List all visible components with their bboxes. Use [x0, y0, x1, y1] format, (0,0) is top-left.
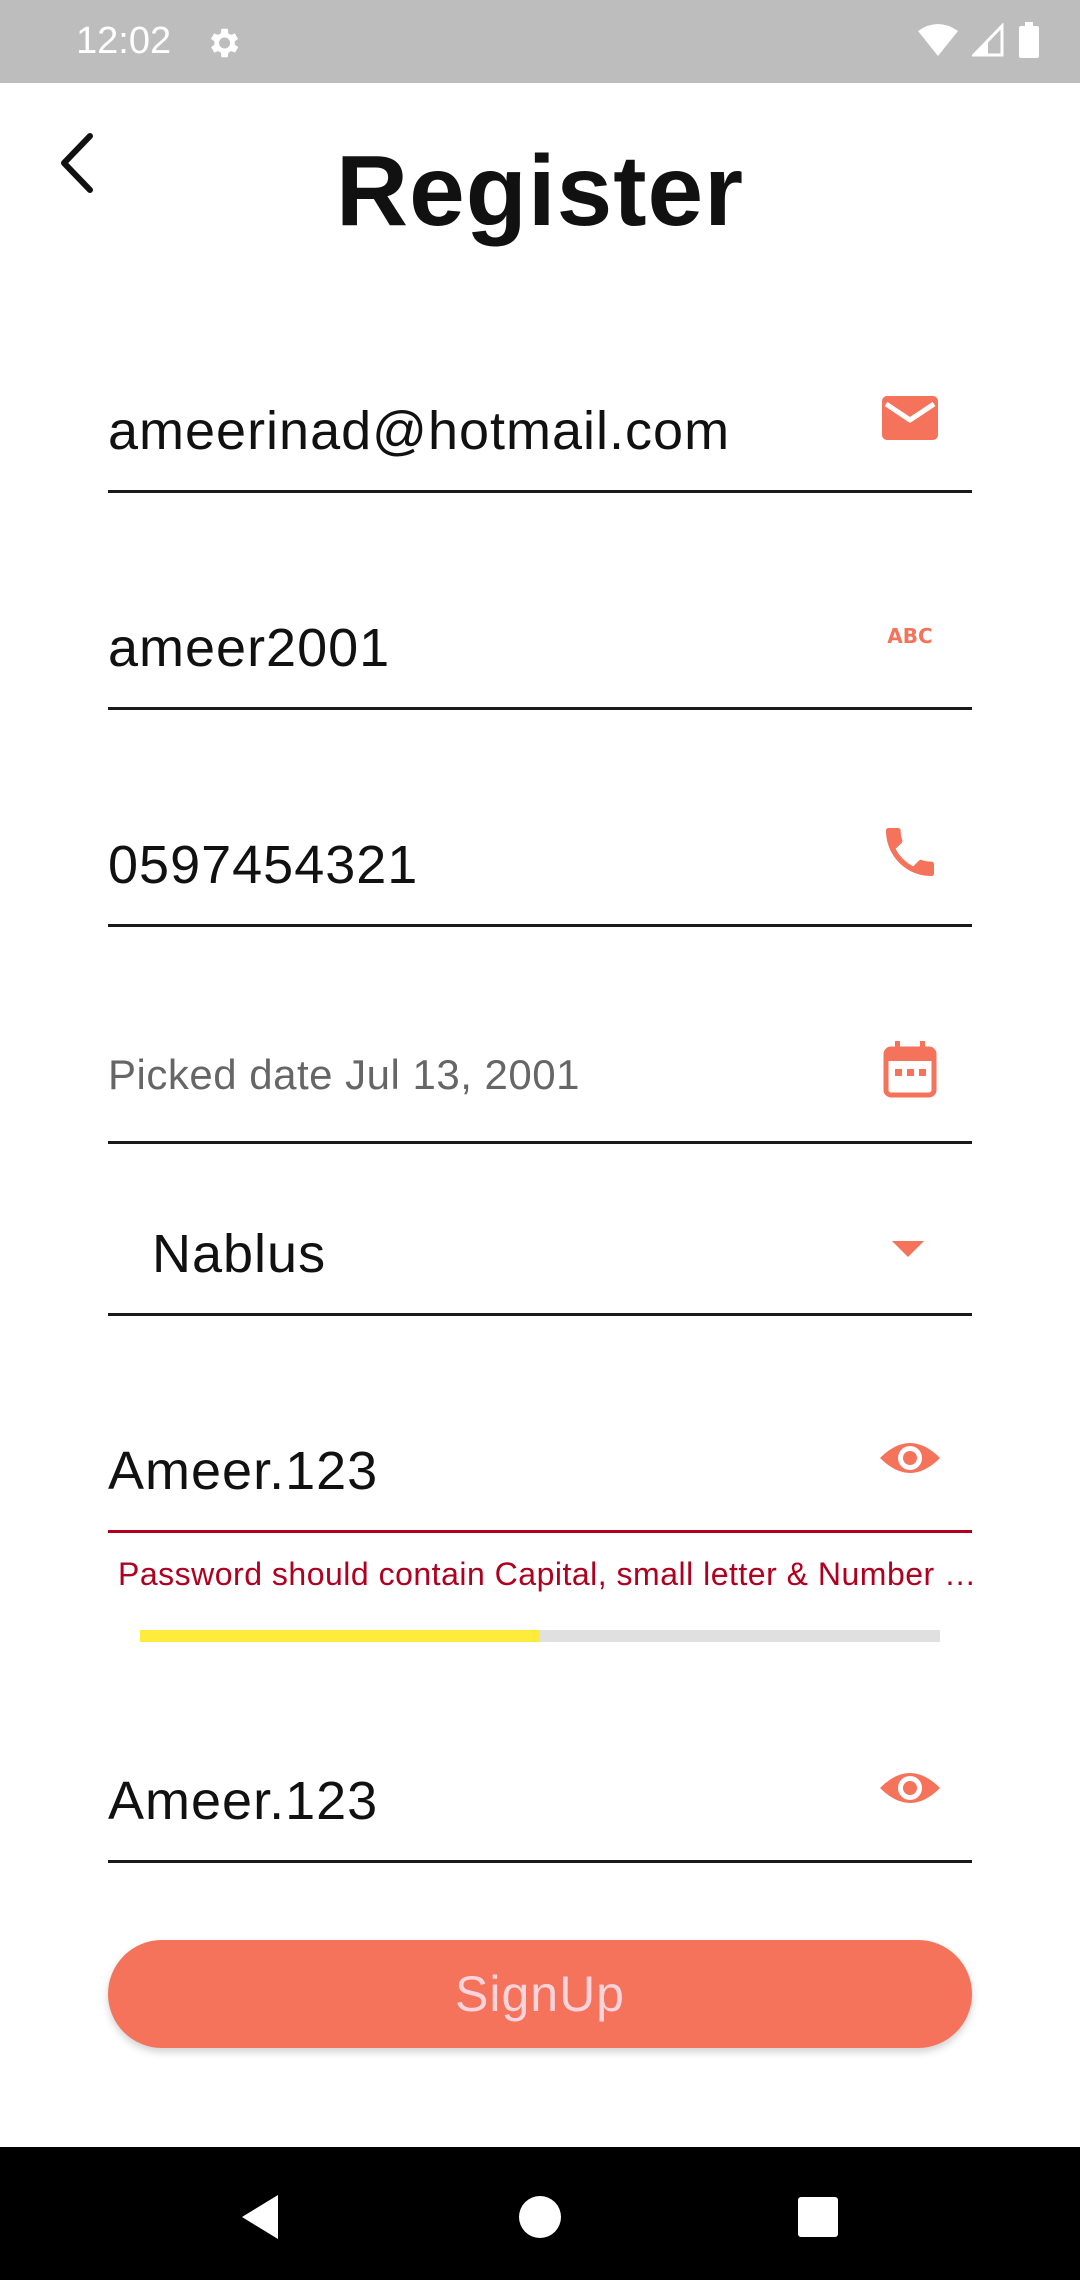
- email-value: ameerinad@hotmail.com: [108, 401, 731, 461]
- navigation-bar: [0, 2147, 1080, 2280]
- confirm-password-value: Ameer.123: [108, 1771, 379, 1831]
- email-icon: [882, 396, 938, 440]
- status-icons: [918, 22, 1040, 58]
- birthdate-value: Picked date Jul 13, 2001: [108, 1051, 580, 1098]
- nav-back-icon[interactable]: [230, 2187, 290, 2247]
- phone-icon: [886, 828, 934, 876]
- dropdown-arrow-icon: [892, 1241, 924, 1257]
- phone-value: 0597454321: [108, 835, 419, 895]
- phone-field[interactable]: 0597454321: [108, 828, 972, 927]
- password-strength-fill: [140, 1630, 540, 1642]
- nav-home-icon[interactable]: [510, 2187, 570, 2247]
- page-title: Register: [335, 135, 745, 247]
- battery-icon: [1019, 22, 1039, 58]
- confirm-password-field[interactable]: Ameer.123: [108, 1770, 972, 1863]
- svg-text:ABC: ABC: [887, 624, 932, 648]
- birthdate-field[interactable]: Picked date Jul 13, 2001: [108, 1041, 972, 1144]
- username-value: ameer2001: [108, 618, 391, 678]
- signup-button[interactable]: SignUp: [108, 1940, 972, 2048]
- wifi-icon: [918, 24, 958, 56]
- password-error-text: Password should contain Capital, small l…: [118, 1556, 978, 1592]
- abc-icon: ABC: [887, 624, 932, 648]
- username-field[interactable]: ameer2001 ABC: [108, 617, 972, 710]
- city-dropdown[interactable]: Nablus: [108, 1223, 972, 1316]
- password-value: Ameer.123: [108, 1441, 379, 1501]
- eye-icon[interactable]: [878, 1426, 942, 1490]
- status-bar: 12:02: [0, 0, 1080, 83]
- nav-recents-icon[interactable]: [788, 2187, 848, 2247]
- gear-icon: [210, 28, 239, 58]
- city-value: Nablus: [152, 1224, 327, 1284]
- status-time: 12:02: [76, 20, 172, 62]
- eye-icon[interactable]: [878, 1756, 942, 1820]
- password-field[interactable]: Ameer.123: [108, 1440, 972, 1533]
- password-strength-bar: [140, 1630, 940, 1642]
- email-field[interactable]: ameerinad@hotmail.com: [108, 396, 972, 493]
- calendar-icon[interactable]: [878, 1037, 942, 1101]
- signal-icon: [972, 23, 1004, 57]
